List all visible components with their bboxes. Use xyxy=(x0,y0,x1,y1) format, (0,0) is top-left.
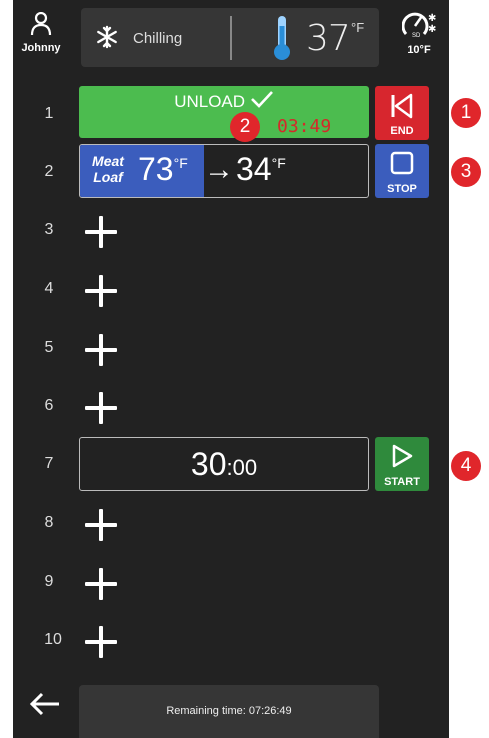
temperature-unit: °F xyxy=(351,20,365,35)
start-button[interactable]: START xyxy=(375,437,429,491)
divider xyxy=(230,16,232,60)
speedometer-icon: SD ✱ ✱ xyxy=(402,12,436,39)
row-number: 9 xyxy=(44,573,54,590)
unload-label: UNLOAD xyxy=(79,90,369,112)
checkmark-icon xyxy=(250,91,273,108)
skip-back-icon xyxy=(391,93,413,119)
start-temperature: 73°F xyxy=(138,151,188,187)
row-number: 8 xyxy=(44,514,54,531)
row-number: 7 xyxy=(44,455,54,472)
unload-row[interactable]: UNLOAD 03:49 xyxy=(79,86,369,138)
plus-icon[interactable] xyxy=(85,216,117,248)
user-icon xyxy=(30,12,52,36)
remaining-time: Remaining time: 07:26:49 xyxy=(79,685,379,738)
end-button-label: END xyxy=(390,125,414,137)
plus-icon[interactable] xyxy=(85,626,117,658)
status-bar: Chilling 37 °F xyxy=(81,8,379,67)
end-button[interactable]: END xyxy=(375,86,429,140)
back-arrow-icon[interactable] xyxy=(29,692,61,716)
callout-badge: 2 xyxy=(230,112,260,142)
user-profile[interactable]: Johnny xyxy=(15,4,67,66)
row-number: 10 xyxy=(44,631,62,648)
stop-button[interactable]: STOP xyxy=(375,144,429,198)
timer-seconds: :00 xyxy=(226,455,258,480)
callout-badge: 4 xyxy=(451,451,481,481)
current-temperature: 37 xyxy=(306,18,351,59)
row-number: 3 xyxy=(44,221,54,238)
thermometer-icon xyxy=(274,16,290,60)
plus-icon[interactable] xyxy=(85,275,117,307)
plus-icon[interactable] xyxy=(85,509,117,541)
row-number: 4 xyxy=(44,280,54,297)
stop-icon xyxy=(390,151,414,175)
row-number: 1 xyxy=(44,105,54,122)
stop-button-label: STOP xyxy=(387,183,417,195)
snowflake-icon xyxy=(97,25,117,49)
arrow-right-icon: → xyxy=(204,153,234,186)
mode-label: Chilling xyxy=(133,30,183,47)
plus-icon[interactable] xyxy=(85,334,117,366)
row-number: 2 xyxy=(44,163,54,180)
row-number: 5 xyxy=(44,339,54,356)
probe-row[interactable]: Meat Loaf 73°F → 34°F xyxy=(79,144,369,198)
svg-text:✱: ✱ xyxy=(428,13,436,24)
play-icon xyxy=(392,444,413,468)
svg-text:✱: ✱ xyxy=(428,24,436,35)
start-button-label: START xyxy=(384,476,420,488)
sensor-temperature: 10°F xyxy=(407,44,431,56)
speed-sensor[interactable]: SD ✱ ✱ 10°F xyxy=(391,4,447,66)
row-number: 6 xyxy=(44,397,54,414)
user-name: Johnny xyxy=(21,42,61,54)
target-temperature: 34°F xyxy=(236,151,286,187)
timer-row[interactable]: 30:00 xyxy=(79,437,369,491)
callout-badge: 1 xyxy=(451,98,481,128)
unload-timer: 03:49 xyxy=(277,116,332,137)
app-panel: Johnny Chilling 37 °F SD ✱ ✱ 10°F 1 2 3 … xyxy=(13,0,481,738)
timer-minutes: 30 xyxy=(190,446,227,482)
callout-badge: 3 xyxy=(451,157,481,187)
plus-icon[interactable] xyxy=(85,568,117,600)
product-name: Meat Loaf xyxy=(92,153,124,185)
plus-icon[interactable] xyxy=(85,392,117,424)
sd-label: SD xyxy=(412,33,421,39)
